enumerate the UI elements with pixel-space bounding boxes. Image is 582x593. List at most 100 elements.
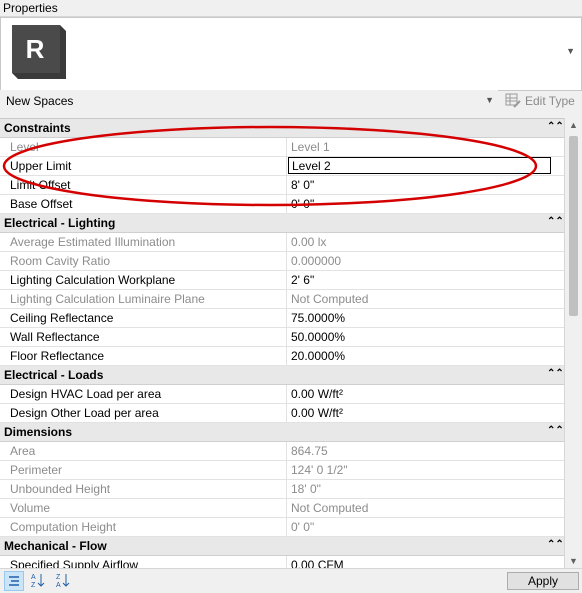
group-header-electrical-lighting[interactable]: Electrical - Lighting ⌃⌃ <box>0 214 564 233</box>
svg-text:A: A <box>31 574 36 581</box>
group-name: Electrical - Lighting <box>4 216 116 230</box>
column-divider <box>286 138 287 156</box>
scroll-up-icon[interactable]: ▲ <box>569 120 578 130</box>
column-divider <box>286 309 287 327</box>
svg-text:Z: Z <box>56 574 61 581</box>
group-name: Constraints <box>4 121 71 135</box>
group-header-constraints[interactable]: Constraints ⌃⌃ <box>0 119 564 138</box>
apply-button[interactable]: Apply <box>507 572 579 590</box>
group-name: Electrical - Loads <box>4 368 104 382</box>
property-value: 18' 0" <box>291 482 321 496</box>
property-row-average-estimated-illumination: Average Estimated Illumination 0.00 lx <box>0 233 564 252</box>
property-value: Not Computed <box>291 292 369 306</box>
collapse-chevron-icon[interactable]: ⌃⌃ <box>547 539 564 550</box>
property-value[interactable]: 8' 0" <box>291 178 314 192</box>
property-name: Volume <box>10 501 51 515</box>
revit-logo-icon: R <box>12 25 66 79</box>
property-value: 124' 0 1/2" <box>291 463 348 477</box>
scroll-down-icon[interactable]: ▼ <box>569 556 578 566</box>
property-row-design-other-load-per-area[interactable]: Design Other Load per area 0.00 W/ft² <box>0 404 564 423</box>
column-divider <box>286 404 287 422</box>
group-header-electrical-loads[interactable]: Electrical - Loads ⌃⌃ <box>0 366 564 385</box>
collapse-chevron-icon[interactable]: ⌃⌃ <box>547 121 564 132</box>
category-list-icon <box>9 576 19 586</box>
sort-az-icon: A Z <box>31 574 45 589</box>
logo-letter: R <box>26 34 45 64</box>
property-name: Room Cavity Ratio <box>10 254 111 268</box>
property-name: Design Other Load per area <box>10 406 159 420</box>
property-row-wall-reflectance[interactable]: Wall Reflectance 50.0000% <box>0 328 564 347</box>
property-value[interactable]: 0.00 W/ft² <box>291 406 343 420</box>
column-divider <box>286 290 287 308</box>
property-row-base-offset[interactable]: Base Offset 0' 0" <box>0 195 564 214</box>
sort-za-icon: Z A <box>56 574 70 589</box>
sort-by-category-button[interactable] <box>4 571 24 591</box>
property-row-lighting-calculation-luminaire-plane: Lighting Calculation Luminaire Plane Not … <box>0 290 564 309</box>
property-row-computation-height: Computation Height 0' 0" <box>0 518 564 537</box>
group-header-dimensions[interactable]: Dimensions ⌃⌃ <box>0 423 564 442</box>
group-header-mechanical-flow[interactable]: Mechanical - Flow ⌃⌃ <box>0 537 564 556</box>
property-name: Perimeter <box>10 463 63 477</box>
property-row-lighting-calculation-workplane[interactable]: Lighting Calculation Workplane 2' 6" <box>0 271 564 290</box>
property-row-perimeter: Perimeter 124' 0 1/2" <box>0 461 564 480</box>
column-divider <box>286 176 287 194</box>
group-name: Dimensions <box>4 425 73 439</box>
column-divider <box>286 347 287 365</box>
type-selector-value: New Spaces <box>6 94 74 108</box>
sort-descending-button[interactable]: Z A <box>54 571 72 589</box>
property-name: Floor Reflectance <box>10 349 105 363</box>
column-divider <box>286 195 287 213</box>
column-divider <box>286 518 287 536</box>
edit-type-button[interactable]: Edit Type <box>503 92 581 110</box>
property-row-floor-reflectance[interactable]: Floor Reflectance 20.0000% <box>0 347 564 366</box>
property-value[interactable]: 75.0000% <box>291 311 345 325</box>
property-value: Level 1 <box>291 140 330 154</box>
collapse-chevron-icon[interactable]: ⌃⌃ <box>547 368 564 379</box>
property-row-room-cavity-ratio: Room Cavity Ratio 0.000000 <box>0 252 564 271</box>
type-preview[interactable]: R ▼ <box>0 17 582 91</box>
bottom-toolbar: A Z Z A Apply <box>0 568 582 593</box>
column-divider <box>286 442 287 460</box>
property-name: Computation Height <box>10 520 117 534</box>
property-row-limit-offset[interactable]: Limit Offset 8' 0" <box>0 176 564 195</box>
property-value[interactable]: 0.00 W/ft² <box>291 387 343 401</box>
property-value[interactable]: 0' 0" <box>291 197 314 211</box>
property-row-area: Area 864.75 <box>0 442 564 461</box>
sort-ascending-button[interactable]: A Z <box>29 571 47 589</box>
property-value[interactable]: 20.0000% <box>291 349 345 363</box>
property-row-unbounded-height: Unbounded Height 18' 0" <box>0 480 564 499</box>
column-divider <box>286 499 287 517</box>
group-name: Mechanical - Flow <box>4 539 107 553</box>
property-row-volume: Volume Not Computed <box>0 499 564 518</box>
edit-type-icon <box>505 93 521 108</box>
vertical-scrollbar[interactable]: ▲ ▼ <box>564 118 582 568</box>
chevron-down-icon: ▼ <box>485 95 494 105</box>
property-value: 0' 0" <box>291 520 315 534</box>
column-divider <box>286 233 287 251</box>
property-name: Unbounded Height <box>10 482 111 496</box>
property-row-upper-limit[interactable]: Upper Limit Level 2 <box>0 157 564 176</box>
property-name: Lighting Calculation Workplane <box>10 273 176 287</box>
property-name: Area <box>10 444 36 458</box>
column-divider <box>286 385 287 403</box>
chevron-down-icon[interactable]: ▼ <box>566 46 575 56</box>
property-name: Average Estimated Illumination <box>10 235 176 249</box>
type-selector-dropdown[interactable]: New Spaces ▼ <box>0 90 498 111</box>
property-name: Upper Limit <box>10 159 72 173</box>
collapse-chevron-icon[interactable]: ⌃⌃ <box>547 425 564 436</box>
collapse-chevron-icon[interactable]: ⌃⌃ <box>547 216 564 227</box>
panel-title: Properties <box>3 1 58 15</box>
svg-text:A: A <box>56 582 61 589</box>
property-row-level: Level Level 1 <box>0 138 564 157</box>
property-name: Base Offset <box>10 197 73 211</box>
column-divider <box>286 328 287 346</box>
property-name: Design HVAC Load per area <box>10 387 162 401</box>
properties-grid[interactable]: Constraints ⌃⌃ Level Level 1 Upper Limit Leve… <box>0 118 564 569</box>
type-selector-row: New Spaces ▼ Edit Type <box>0 90 582 112</box>
scrollbar-thumb[interactable] <box>569 136 578 316</box>
property-value-input[interactable]: Level 2 <box>288 157 551 174</box>
property-value[interactable]: 2' 6" <box>291 273 314 287</box>
property-row-ceiling-reflectance[interactable]: Ceiling Reflectance 75.0000% <box>0 309 564 328</box>
property-value[interactable]: 50.0000% <box>291 330 345 344</box>
property-row-design-hvac-load-per-area[interactable]: Design HVAC Load per area 0.00 W/ft² <box>0 385 564 404</box>
